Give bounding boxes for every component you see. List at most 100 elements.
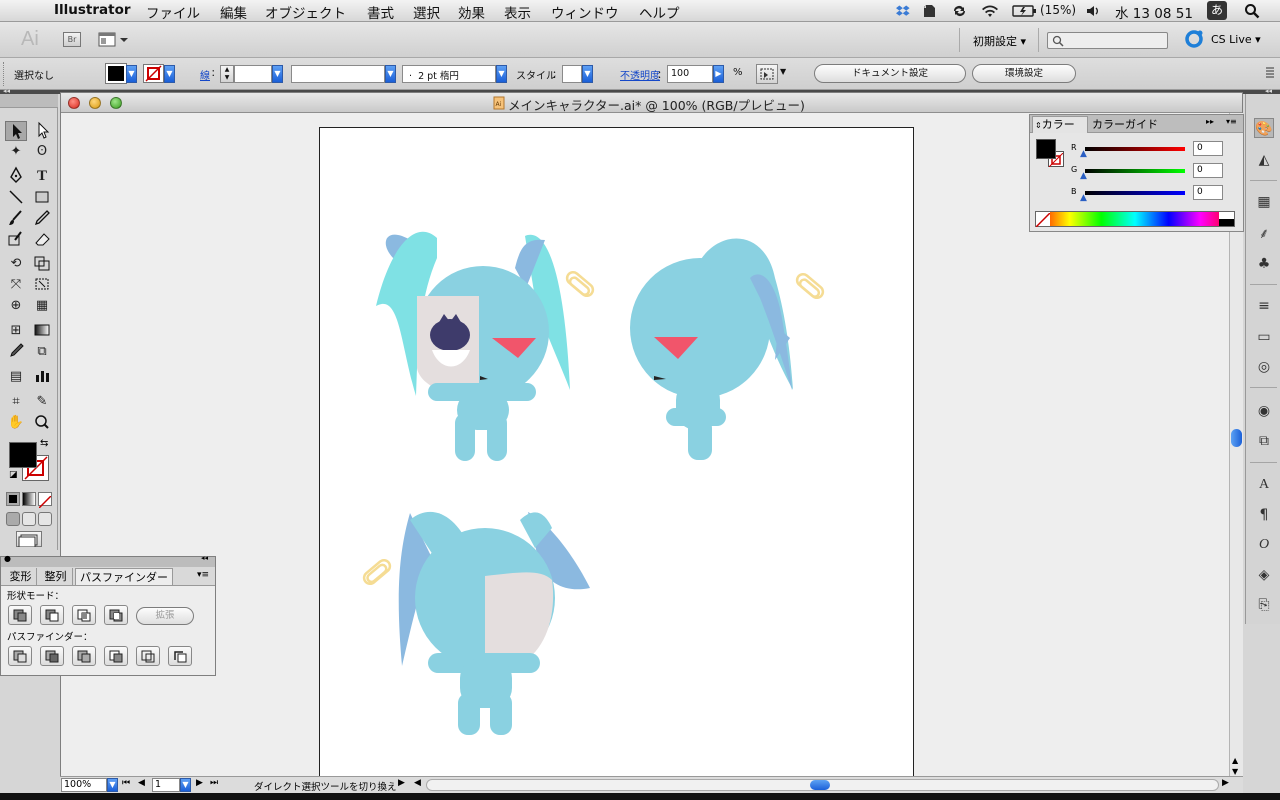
artboard[interactable]: [319, 127, 914, 787]
pathfinder-panel-menu-icon[interactable]: ▾≡: [197, 570, 209, 580]
green-channel-input[interactable]: 0: [1193, 163, 1223, 178]
draw-inside-button[interactable]: [38, 512, 52, 526]
stroke-dropdown-icon[interactable]: ▼: [164, 65, 175, 83]
scroll-down-icon[interactable]: ▼: [1232, 767, 1238, 776]
stroke-weight-stepper[interactable]: ▲ ▼: [220, 65, 234, 83]
column-graph-tool[interactable]: [31, 367, 53, 387]
workspace-switcher[interactable]: 初期設定 ▾: [973, 33, 1026, 49]
pencil-tool[interactable]: [31, 209, 53, 229]
blob-brush-tool[interactable]: [5, 230, 27, 250]
draw-normal-button[interactable]: [6, 512, 20, 526]
color-mode-button[interactable]: [6, 492, 20, 506]
first-artboard-icon[interactable]: ⏮: [122, 778, 130, 788]
scale-tool[interactable]: [31, 254, 53, 274]
color-panel-fill-swatch-front[interactable]: [1036, 139, 1056, 159]
graphic-styles-dock-icon[interactable]: ⧉: [1254, 431, 1274, 451]
previous-artboard-icon[interactable]: ◀: [138, 778, 145, 788]
spectrum-black-swatch[interactable]: [1219, 219, 1234, 226]
volume-icon[interactable]: [1085, 4, 1101, 18]
battery-icon[interactable]: [1012, 4, 1038, 18]
control-bar-grip[interactable]: [3, 62, 6, 86]
spectrum-none-swatch[interactable]: [1035, 212, 1051, 228]
graphic-style-swatch[interactable]: [562, 65, 582, 83]
color-panel-collapse-icon[interactable]: ▸▸: [1206, 117, 1214, 126]
evernote-icon[interactable]: [921, 3, 937, 19]
minus-back-button[interactable]: [168, 646, 192, 666]
width-tool[interactable]: ⤧: [5, 275, 27, 295]
zoom-window-button[interactable]: [110, 97, 122, 109]
default-fill-stroke-icon[interactable]: ◪: [9, 470, 18, 480]
eraser-tool[interactable]: [31, 230, 53, 250]
mesh-tool[interactable]: ⊞: [5, 321, 27, 341]
none-mode-button[interactable]: [38, 492, 52, 509]
stroke-weight-dropdown-icon[interactable]: ▼: [272, 65, 283, 83]
menu-edit[interactable]: 編集: [220, 2, 247, 22]
swap-fill-stroke-icon[interactable]: ⇆: [40, 438, 48, 449]
transparency-dock-icon[interactable]: ◎: [1254, 357, 1274, 377]
gradient-mode-button[interactable]: [22, 492, 36, 506]
document-setup-button[interactable]: ドキュメント設定: [814, 64, 966, 83]
rectangle-tool[interactable]: [31, 188, 53, 208]
variable-width-profile-select[interactable]: [291, 65, 385, 83]
tools-panel-header[interactable]: [0, 94, 58, 108]
zoom-level-dropdown-icon[interactable]: ▼: [107, 778, 118, 792]
tab-align[interactable]: 整列: [39, 568, 73, 585]
menu-view[interactable]: 表示: [504, 2, 531, 22]
opacity-slider-toggle-icon[interactable]: ▶: [713, 65, 724, 83]
unite-button[interactable]: [8, 605, 32, 625]
next-artboard-icon[interactable]: ▶: [196, 778, 203, 788]
artboard-number-field[interactable]: 1: [152, 778, 180, 792]
fill-swatch[interactable]: [105, 63, 127, 84]
artboard-tool[interactable]: ⌗: [5, 392, 27, 412]
menu-file[interactable]: ファイル: [146, 2, 200, 22]
tab-color[interactable]: ⇕カラー: [1032, 116, 1088, 133]
brush-definition-dropdown-icon[interactable]: ▼: [496, 65, 507, 83]
control-bar-menu-icon[interactable]: [1264, 64, 1276, 82]
gradient-dock-icon[interactable]: ▭: [1254, 327, 1274, 347]
menu-object[interactable]: オブジェクト: [265, 2, 346, 22]
divide-button[interactable]: [8, 646, 32, 666]
shape-builder-tool[interactable]: ⊕: [5, 296, 27, 316]
fill-dropdown-icon[interactable]: ▼: [126, 65, 137, 83]
eyedropper-tool[interactable]: [5, 342, 27, 362]
tab-color-guide[interactable]: カラーガイド: [1092, 117, 1166, 133]
status-menu-icon[interactable]: ▶: [398, 778, 405, 788]
menu-clock[interactable]: 水 13 08 51: [1115, 2, 1193, 22]
tab-transform[interactable]: 変形: [5, 568, 37, 585]
hand-tool[interactable]: ✋: [5, 413, 27, 433]
character-dock-icon[interactable]: A: [1254, 475, 1274, 495]
horizontal-scroll-thumb[interactable]: [810, 780, 830, 790]
blue-channel-slider[interactable]: [1085, 191, 1185, 195]
menu-effect[interactable]: 効果: [458, 2, 485, 22]
cs-live-icon[interactable]: [1184, 29, 1206, 49]
exclude-button[interactable]: [104, 605, 128, 625]
paintbrush-tool[interactable]: [5, 209, 27, 229]
scroll-left-icon[interactable]: ◀: [414, 778, 421, 788]
red-channel-slider[interactable]: [1085, 147, 1185, 151]
type-tool[interactable]: T: [31, 166, 53, 186]
dropbox-icon[interactable]: [896, 3, 912, 19]
selection-tool[interactable]: [5, 121, 27, 141]
color-panel-dock-icon[interactable]: 🎨: [1254, 118, 1274, 138]
intersect-button[interactable]: [72, 605, 96, 625]
close-window-button[interactable]: [68, 97, 80, 109]
zoom-tool[interactable]: [31, 413, 53, 433]
green-channel-slider[interactable]: [1085, 169, 1185, 173]
tab-pathfinder[interactable]: パスファインダー: [75, 568, 173, 585]
layers-dock-icon[interactable]: ◈: [1254, 565, 1274, 585]
pen-tool[interactable]: [5, 166, 27, 186]
stroke-weight-input[interactable]: [234, 65, 272, 83]
brush-definition-select[interactable]: · 2 pt 楕円: [402, 65, 496, 83]
trim-button[interactable]: [40, 646, 64, 666]
color-spectrum-bar[interactable]: [1035, 211, 1235, 228]
rotate-tool[interactable]: ⟲: [5, 254, 27, 274]
draw-behind-button[interactable]: [22, 512, 36, 526]
menu-help[interactable]: ヘルプ: [639, 2, 680, 22]
direct-selection-tool[interactable]: [31, 121, 53, 141]
blend-tool[interactable]: ⧉: [31, 342, 53, 362]
perspective-grid-tool[interactable]: ▦: [31, 296, 53, 316]
stroke-swatch[interactable]: [143, 64, 164, 83]
color-guide-dock-icon[interactable]: ◭: [1254, 150, 1274, 170]
spotlight-search-icon[interactable]: [1244, 3, 1260, 19]
pathfinder-panel-collapse-icon[interactable]: ◂◂: [201, 554, 208, 562]
